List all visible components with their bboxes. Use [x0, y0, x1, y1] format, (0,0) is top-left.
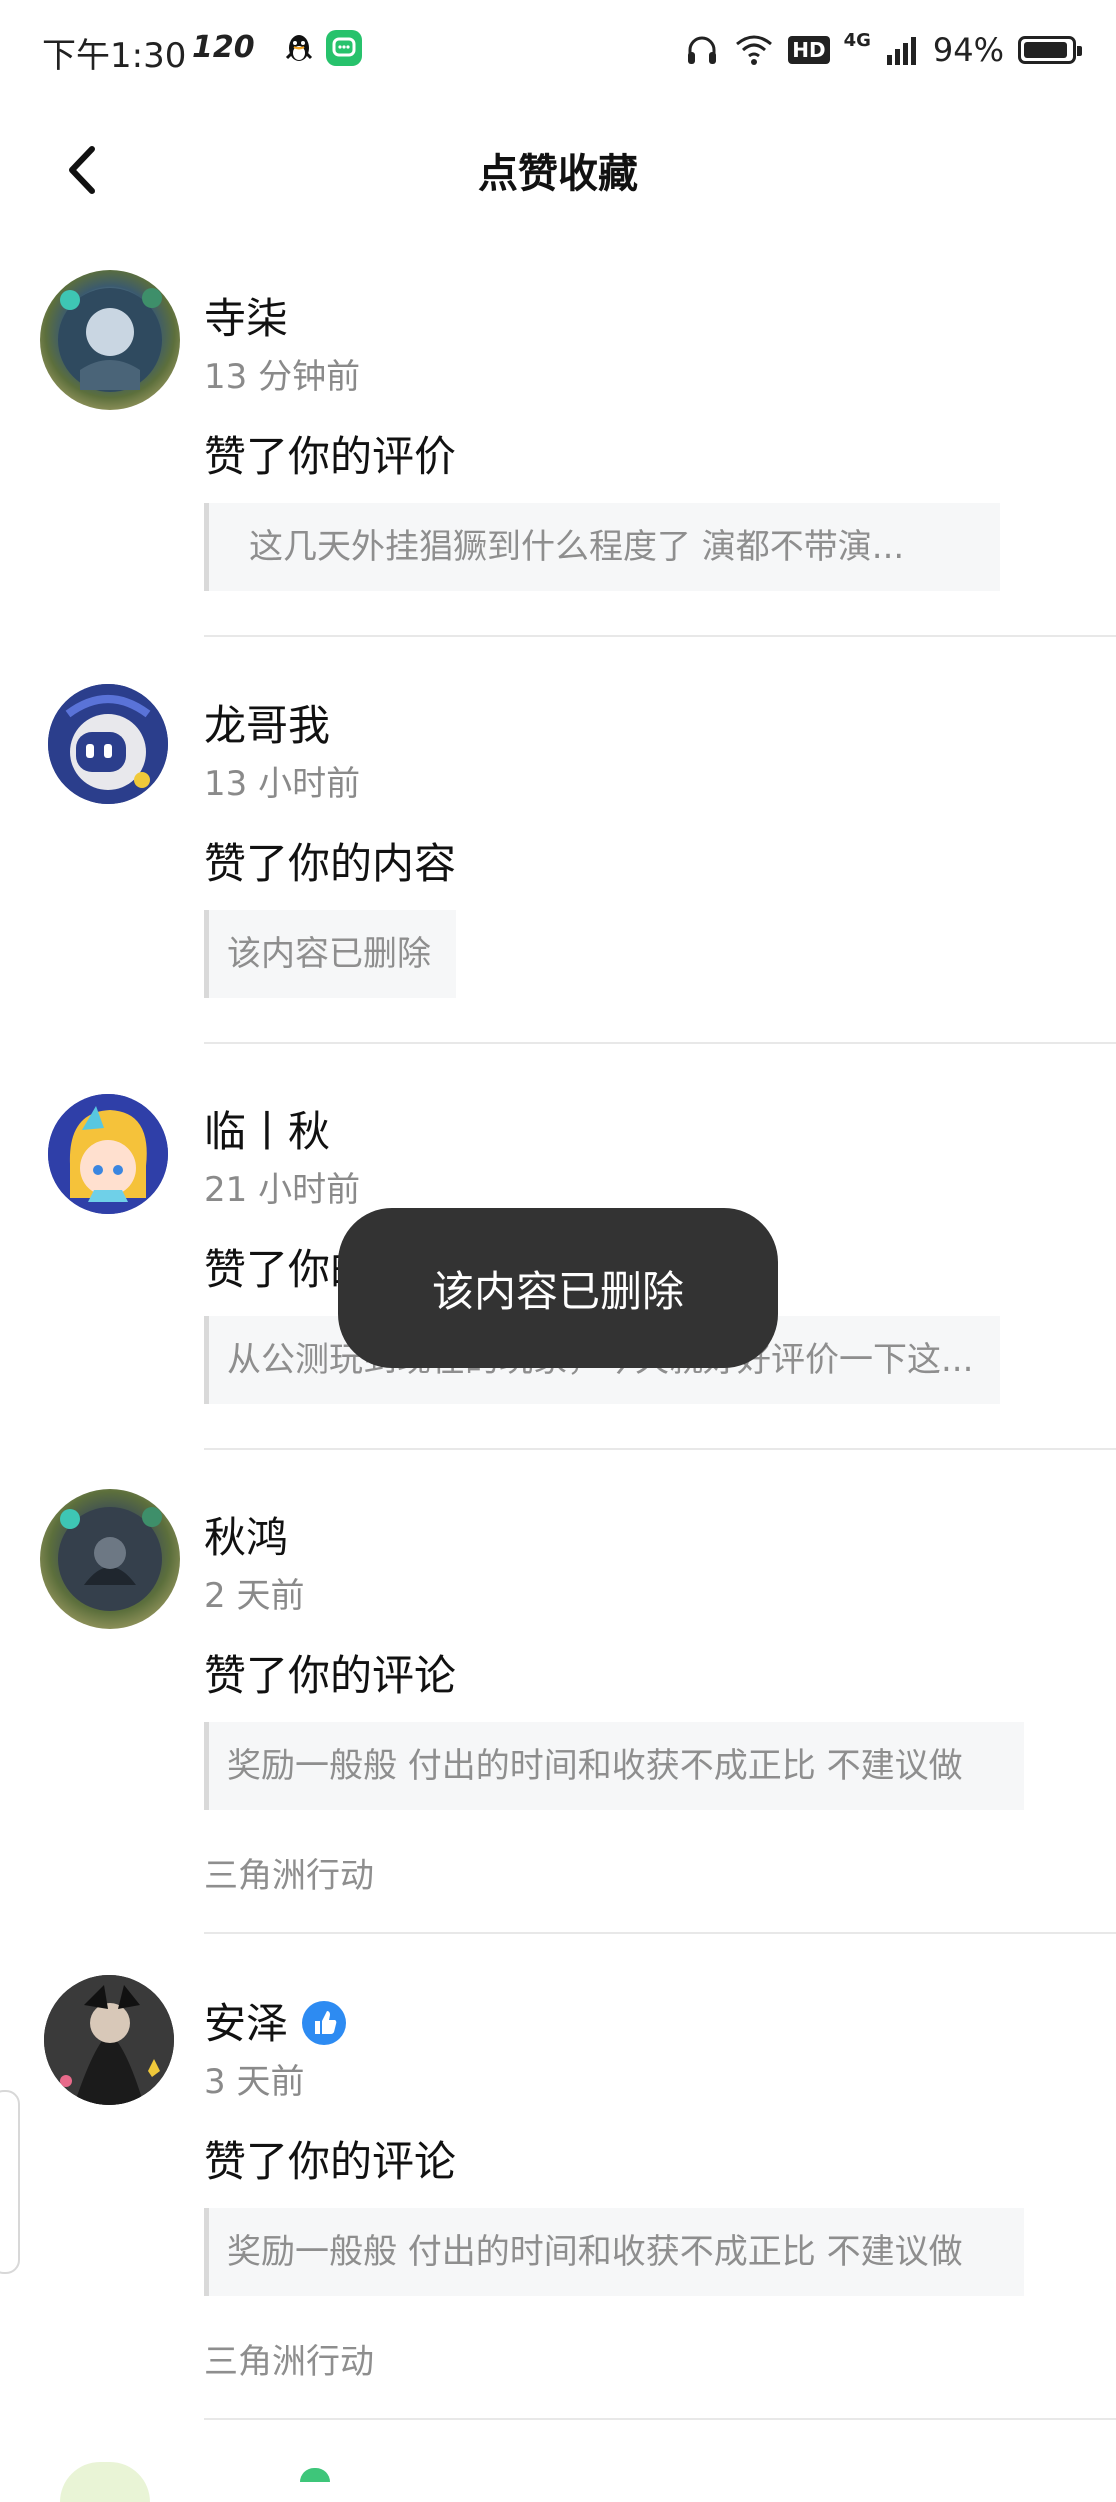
divider [204, 2418, 1116, 2420]
action-text: 赞了你的评论 [204, 1651, 457, 1700]
toast-text: 该内容已删除 [431, 1266, 684, 1316]
quoted-content[interactable]: 奖励一般般 付出的时间和收获不成正比 不建议做 [204, 1722, 1024, 1810]
status-time: 下午1:30 [42, 36, 187, 76]
user-name[interactable]: 安泽 [204, 1990, 347, 2051]
user-name[interactable]: 临丨秋 [204, 1098, 330, 1159]
avatar[interactable] [40, 1489, 180, 1629]
hd-badge: HD [788, 36, 830, 64]
action-text: 赞了你的评价 [204, 432, 457, 481]
timestamp: 2 天前 [204, 1576, 305, 1616]
game-tag[interactable]: 三角洲行动 [204, 2334, 374, 2383]
timestamp: 3 天前 [204, 2062, 305, 2102]
battery-percent: 94% [932, 31, 1004, 69]
user-name[interactable]: 龙哥我 [204, 692, 330, 753]
list-item[interactable]: 寺柒 13 分钟前 赞了你的评价 这几天外挂猖獗到什么程度了 演都不带演... [0, 265, 1116, 645]
message-app-icon [326, 30, 362, 66]
page-title: 点赞收藏 [478, 151, 638, 197]
qq-penguin-icon [285, 35, 313, 61]
timestamp: 13 分钟前 [204, 357, 361, 397]
timestamp: 21 小时前 [204, 1170, 361, 1210]
avatar[interactable] [60, 2462, 150, 2502]
divider [204, 1448, 1116, 1450]
battery-fill [1024, 42, 1067, 58]
avatar[interactable] [48, 684, 168, 804]
network-type: 4G [843, 29, 871, 51]
signal-icon [886, 37, 916, 65]
quoted-content[interactable]: 该内容已删除 [204, 910, 456, 998]
quoted-content[interactable]: 奖励一般般 付出的时间和收获不成正比 不建议做 [204, 2208, 1024, 2296]
wifi-icon [736, 35, 773, 65]
user-name[interactable]: 秋鸿 [204, 1504, 288, 1565]
side-edge-handle[interactable] [0, 2090, 20, 2274]
list-item[interactable]: 安泽 3 天前 赞了你的评论 奖励一般般 付出的时间和收获不成正比 不建议做 三… [0, 1970, 1116, 2450]
action-text: 赞了你的内容 [204, 839, 457, 888]
list-item[interactable]: 龙哥我 13 小时前 赞了你的内容 该内容已删除 [0, 672, 1116, 1052]
user-name-text: 安泽 [204, 1999, 289, 2048]
avatar[interactable] [40, 270, 180, 410]
toast-message: 该内容已删除 [338, 1208, 778, 1368]
timestamp: 13 小时前 [204, 764, 361, 804]
headphones-icon [688, 36, 717, 64]
avatar[interactable] [48, 1094, 168, 1214]
status-bar: 下午1:30 120 HD 4G 94% [0, 0, 1116, 100]
divider [204, 1932, 1116, 1934]
status-right-group: HD 4G 94% [684, 28, 1082, 72]
refresh-rate-indicator: 120 [192, 30, 255, 65]
nav-bar: 点赞收藏 [0, 115, 1116, 225]
divider [204, 1042, 1116, 1044]
user-name[interactable]: 寺柒 [204, 285, 288, 346]
thumbs-up-badge-icon [302, 2000, 347, 2045]
list-item[interactable]: 秋鸿 2 天前 赞了你的评论 奖励一般般 付出的时间和收获不成正比 不建议做 三… [0, 1484, 1116, 1964]
battery-icon [1018, 36, 1082, 64]
divider [204, 635, 1116, 637]
action-text: 赞了你的评论 [204, 2137, 457, 2186]
game-tag[interactable]: 三角洲行动 [204, 1848, 374, 1897]
avatar[interactable] [44, 1975, 174, 2105]
quoted-content[interactable]: 这几天外挂猖獗到什么程度了 演都不带演... [204, 503, 1000, 591]
